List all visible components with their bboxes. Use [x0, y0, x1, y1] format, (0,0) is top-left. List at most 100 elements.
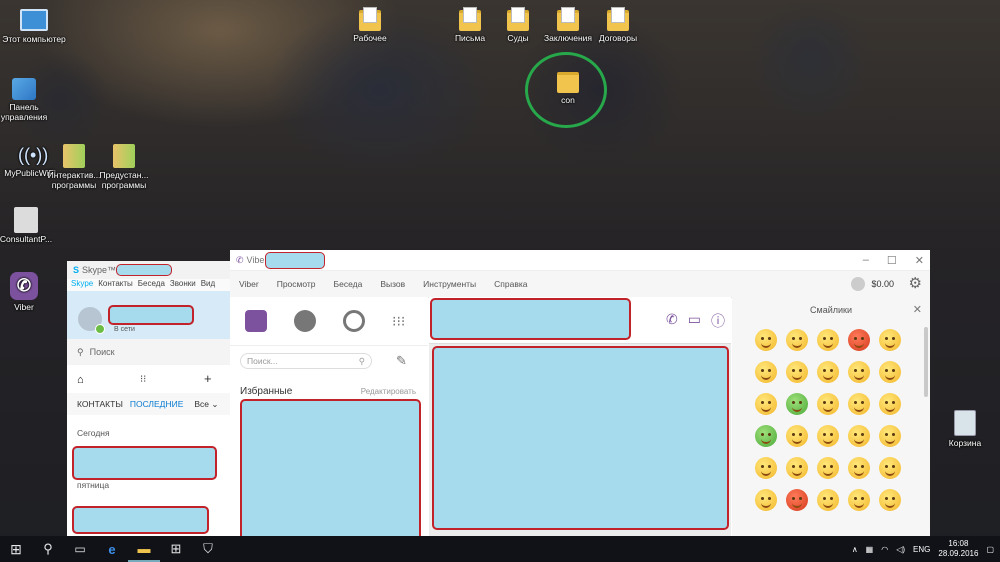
emoji-sad-icon[interactable]: [755, 457, 777, 479]
store-icon[interactable]: ⊞: [160, 536, 192, 562]
recycle-bin-icon: [954, 410, 976, 436]
info-icon[interactable]: ⓘ: [711, 311, 725, 331]
compose-icon[interactable]: ✎: [396, 353, 407, 369]
clock[interactable]: 16:08 28.09.2016: [938, 539, 978, 559]
emoji-angry-icon[interactable]: [848, 329, 870, 351]
emoji-smiley-icon[interactable]: [755, 489, 777, 511]
search-icon[interactable]: ⚲: [32, 536, 64, 562]
viber-menu-viber[interactable]: Viber: [239, 279, 259, 289]
emoji-glasses-icon[interactable]: [817, 457, 839, 479]
close-icon[interactable]: ✕: [915, 254, 924, 267]
wifi-icon: ((•)): [18, 145, 49, 165]
viber-balance[interactable]: $0.00: [851, 277, 894, 291]
emoji-smiley-icon[interactable]: [817, 329, 839, 351]
emoji-sick-icon[interactable]: [786, 393, 808, 415]
viber-titlebar[interactable]: ✆ Viber – ☐ ✕: [230, 250, 930, 271]
emoji-shocked-icon[interactable]: [817, 361, 839, 383]
skype-search-input[interactable]: Поиск: [90, 347, 115, 357]
emoji-crazy-icon[interactable]: [786, 457, 808, 479]
notifications-icon[interactable]: ▢: [986, 545, 994, 554]
skype-window[interactable]: S Skype™ Skype Контакты Беседа Звонки Ви…: [67, 261, 230, 539]
task-view-icon[interactable]: ▭: [64, 536, 96, 562]
desktop-icon-folder-dogovory[interactable]: Договоры: [586, 6, 650, 43]
skype-menubar: Skype Контакты Беседа Звонки Вид: [67, 279, 230, 291]
dialpad-icon[interactable]: ⁝⁝⁝: [392, 313, 405, 330]
emoji-smiley-icon[interactable]: [879, 489, 901, 511]
network-icon[interactable]: ▦: [866, 545, 874, 554]
emoji-dizzy-icon[interactable]: [755, 425, 777, 447]
desktop-icon-label: ConsultantP...: [0, 234, 53, 244]
skype-menu-calls[interactable]: Звонки: [170, 279, 196, 291]
emoji-smiley-icon[interactable]: [879, 361, 901, 383]
skype-menu-skype[interactable]: Skype: [71, 279, 93, 291]
dialpad-icon[interactable]: ⁝⁝: [140, 374, 146, 385]
desktop-icon-recycle-bin[interactable]: Корзина: [933, 408, 997, 448]
filter-all-dropdown[interactable]: Все ⌄: [194, 399, 218, 410]
desktop-icon-consultant[interactable]: ConsultantP...: [0, 206, 58, 244]
emoji-grin-icon[interactable]: [848, 393, 870, 415]
emoji-smiley-icon[interactable]: [817, 489, 839, 511]
emoji-smiley-icon[interactable]: [786, 425, 808, 447]
close-icon[interactable]: ✕: [913, 303, 922, 316]
gear-icon[interactable]: ⚙: [909, 274, 922, 292]
emoji-scream-icon[interactable]: [755, 393, 777, 415]
shield-icon[interactable]: ⛉: [192, 536, 224, 562]
language-indicator[interactable]: ENG: [913, 545, 930, 554]
skype-menu-view[interactable]: Вид: [201, 279, 215, 291]
skype-menu-conversation[interactable]: Беседа: [138, 279, 165, 291]
filter-all-label: Все: [194, 398, 210, 409]
contacts-icon[interactable]: [294, 310, 316, 332]
wifi-icon[interactable]: ◠: [881, 545, 888, 554]
emoji-smiley-icon[interactable]: [848, 457, 870, 479]
desktop-icon-preinstalled-programs[interactable]: Предустан... программы: [92, 142, 156, 190]
emoji-smiley-icon[interactable]: [879, 425, 901, 447]
windows-start-icon[interactable]: ⊞: [0, 536, 32, 562]
viber-menu-conversation[interactable]: Беседа: [334, 279, 363, 289]
public-accounts-icon[interactable]: [343, 310, 365, 332]
voice-call-icon[interactable]: ✆: [666, 311, 678, 331]
file-explorer-icon[interactable]: ▬: [128, 536, 160, 562]
program-book-icon: [63, 144, 85, 168]
viber-menu-tools[interactable]: Инструменты: [423, 279, 476, 289]
emoji-laugh-icon[interactable]: [786, 361, 808, 383]
emoji-smiley-icon[interactable]: [817, 393, 839, 415]
emoji-scrollbar[interactable]: [924, 327, 928, 397]
desktop-icon-folder-rabochee[interactable]: Рабочее: [338, 6, 402, 43]
emoji-smiley-icon[interactable]: [817, 425, 839, 447]
emoji-smiley-icon[interactable]: [755, 361, 777, 383]
emoji-red-face-icon[interactable]: [786, 489, 808, 511]
chevron-up-icon[interactable]: ∧: [852, 545, 858, 554]
viber-menu-help[interactable]: Справка: [494, 279, 527, 289]
viber-menu-view[interactable]: Просмотр: [277, 279, 316, 289]
add-icon[interactable]: +: [204, 371, 212, 386]
edit-favorites-link[interactable]: Редактировать: [361, 387, 416, 396]
desktop-icon-label: Предустан... программы: [99, 170, 149, 190]
computer-icon: [20, 9, 48, 31]
edge-browser-icon[interactable]: e: [96, 536, 128, 562]
desktop-icon-this-pc[interactable]: Этот компьютер: [2, 6, 66, 44]
desktop-icon-control-panel[interactable]: Панель управления: [0, 76, 56, 122]
minimize-icon[interactable]: –: [863, 254, 869, 266]
desktop-icon-viber[interactable]: ✆ Viber: [0, 272, 56, 312]
tab-recent[interactable]: ПОСЛЕДНИЕ: [130, 399, 184, 409]
home-icon[interactable]: ⌂: [77, 374, 84, 386]
skype-menu-contacts[interactable]: Контакты: [98, 279, 133, 291]
skype-search[interactable]: ⚲ Поиск: [67, 339, 230, 365]
favorites-label: Избранные: [240, 385, 293, 397]
volume-icon[interactable]: ◁): [896, 545, 905, 554]
emoji-smiley-icon[interactable]: [848, 489, 870, 511]
tab-contacts[interactable]: КОНТАКТЫ: [77, 399, 123, 409]
emoji-sunglasses-icon[interactable]: [879, 457, 901, 479]
viber-menu-call[interactable]: Вызов: [380, 279, 405, 289]
emoji-smiley-icon[interactable]: [879, 393, 901, 415]
desktop-icon-label: Панель управления: [0, 102, 48, 122]
emoji-smiley-icon[interactable]: [786, 329, 808, 351]
emoji-smiley-icon[interactable]: [755, 329, 777, 351]
viber-search-input[interactable]: Поиск... ⚲: [240, 353, 372, 369]
emoji-smiley-icon[interactable]: [848, 425, 870, 447]
chats-icon[interactable]: [245, 310, 267, 332]
emoji-smiley-icon[interactable]: [848, 361, 870, 383]
video-call-icon[interactable]: ▭: [688, 311, 701, 331]
maximize-icon[interactable]: ☐: [887, 254, 897, 267]
emoji-heart-eyes-icon[interactable]: [879, 329, 901, 351]
